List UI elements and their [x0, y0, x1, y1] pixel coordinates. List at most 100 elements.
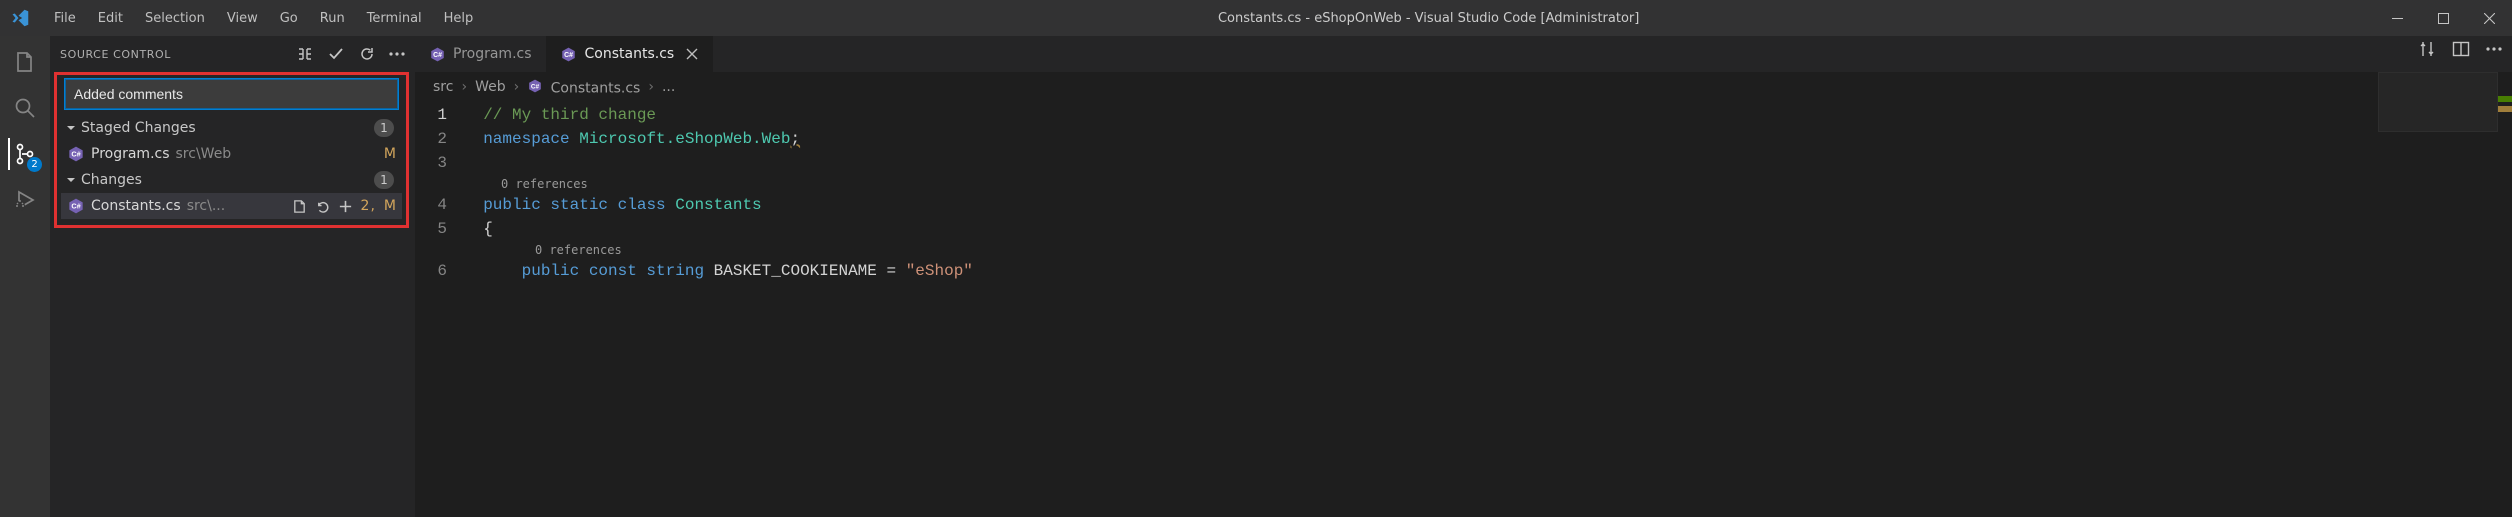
tab-constants[interactable]: C# Constants.cs — [547, 36, 714, 72]
tab-label: Constants.cs — [585, 46, 675, 62]
commit-message-container — [65, 79, 398, 109]
menu-view[interactable]: View — [217, 5, 268, 32]
menu-go[interactable]: Go — [270, 5, 308, 32]
scm-panel-title: SOURCE CONTROL — [60, 48, 297, 61]
source-control-icon[interactable]: 2 — [8, 138, 40, 170]
staged-file-row[interactable]: C# Program.cs src\Web M — [61, 141, 402, 167]
chevron-right-icon: › — [461, 79, 467, 95]
breadcrumb-seg[interactable]: Web — [475, 79, 506, 95]
code-token: namespace — [483, 130, 569, 148]
window-controls — [2374, 0, 2512, 36]
codelens-references[interactable]: 0 references — [415, 241, 2512, 259]
code-comment: // My third change — [483, 106, 656, 124]
window-title: Constants.cs - eShopOnWeb - Visual Studi… — [483, 11, 2374, 26]
code-token: public — [522, 262, 580, 280]
code-token: BASKET_COOKIENAME — [704, 262, 886, 280]
search-icon[interactable] — [9, 92, 41, 124]
editor-actions — [2418, 40, 2502, 58]
code-token: "eShop" — [906, 262, 973, 280]
scm-panel-header: SOURCE CONTROL — [50, 36, 415, 72]
window-minimize-button[interactable] — [2374, 0, 2420, 36]
scm-more-actions-icon[interactable] — [389, 52, 405, 56]
split-editor-icon[interactable] — [2452, 40, 2470, 58]
stage-changes-icon[interactable] — [338, 199, 353, 214]
scm-view-as-tree-icon[interactable] — [297, 46, 313, 62]
tab-program[interactable]: C# Program.cs — [415, 36, 547, 72]
overview-ruler-marker — [2498, 96, 2512, 102]
breadcrumb[interactable]: src › Web › C# Constants.cs › ... — [415, 72, 2512, 103]
breadcrumb-seg[interactable]: C# Constants.cs — [527, 78, 640, 97]
window-maximize-button[interactable] — [2420, 0, 2466, 36]
source-control-panel: SOURCE CONTROL — [50, 36, 415, 517]
csharp-file-icon: C# — [561, 46, 577, 62]
chevron-right-icon: › — [514, 79, 520, 95]
vscode-logo-icon — [10, 8, 30, 28]
tab-label: Program.cs — [453, 46, 532, 62]
scm-commit-icon[interactable] — [327, 45, 345, 63]
csharp-file-icon: C# — [429, 46, 445, 62]
csharp-file-icon: C# — [67, 197, 85, 215]
overview-ruler-marker — [2498, 106, 2512, 112]
changes-file-row[interactable]: C# Constants.cs src\... 2, — [61, 193, 402, 219]
line-number: 2 — [415, 127, 459, 151]
compare-changes-icon[interactable] — [2418, 40, 2436, 58]
chevron-down-icon — [63, 122, 79, 134]
minimap[interactable] — [2378, 72, 2498, 132]
code-editor[interactable]: 1 // My third change 2 namespace Microso… — [415, 103, 2512, 283]
menu-selection[interactable]: Selection — [135, 5, 215, 32]
menu-bar: File Edit Selection View Go Run Terminal… — [44, 5, 483, 32]
scm-badge: 2 — [27, 157, 42, 172]
code-token: string — [637, 262, 704, 280]
line-number: 3 — [415, 151, 459, 175]
breadcrumb-file-label: Constants.cs — [551, 81, 641, 97]
discard-changes-icon[interactable] — [315, 199, 330, 214]
activity-bar: 2 — [0, 36, 50, 517]
line-number: 4 — [415, 193, 459, 217]
file-status-modified: M — [384, 146, 396, 162]
code-token: ; — [790, 130, 800, 148]
menu-terminal[interactable]: Terminal — [357, 5, 432, 32]
breadcrumb-seg[interactable]: src — [433, 79, 453, 95]
scm-refresh-icon[interactable] — [359, 46, 375, 62]
codelens-references[interactable]: 0 references — [415, 175, 2512, 193]
commit-message-input[interactable] — [65, 79, 398, 109]
breadcrumb-tail[interactable]: ... — [662, 79, 675, 95]
close-icon[interactable] — [686, 48, 698, 60]
csharp-file-icon: C# — [527, 78, 542, 93]
code-token: Microsoft.eShopWeb.Web — [570, 130, 791, 148]
editor-tabs: C# Program.cs C# Constants.cs — [415, 36, 2512, 72]
menu-file[interactable]: File — [44, 5, 86, 32]
window-close-button[interactable] — [2466, 0, 2512, 36]
line-number: 1 — [415, 103, 459, 127]
menu-run[interactable]: Run — [310, 5, 355, 32]
line-number: 5 — [415, 217, 459, 241]
menu-help[interactable]: Help — [434, 5, 484, 32]
open-file-icon[interactable] — [292, 199, 307, 214]
svg-text:C#: C# — [564, 52, 573, 59]
chevron-down-icon — [63, 174, 79, 186]
staged-changes-label: Staged Changes — [81, 120, 196, 136]
changes-header[interactable]: Changes 1 — [61, 167, 402, 193]
annotation-highlight-box: Staged Changes 1 C# Program.cs src\Web M… — [54, 72, 409, 228]
chevron-right-icon: › — [648, 79, 654, 95]
code-token: static — [541, 196, 608, 214]
file-name: Program.cs — [91, 146, 170, 162]
staged-changes-header[interactable]: Staged Changes 1 — [61, 115, 402, 141]
changes-label: Changes — [81, 172, 142, 188]
changes-count: 1 — [374, 171, 394, 189]
editor-area: C# Program.cs C# Constants.cs — [415, 36, 2512, 517]
run-debug-icon[interactable] — [9, 184, 41, 216]
code-token: class — [608, 196, 666, 214]
code-token: const — [579, 262, 637, 280]
title-bar: File Edit Selection View Go Run Terminal… — [0, 0, 2512, 36]
svg-text:C#: C# — [71, 150, 80, 159]
editor-scrollbar[interactable] — [2498, 72, 2512, 517]
csharp-file-icon: C# — [67, 145, 85, 163]
explorer-icon[interactable] — [9, 46, 41, 78]
file-path: src\... — [187, 198, 292, 214]
menu-edit[interactable]: Edit — [88, 5, 133, 32]
editor-more-actions-icon[interactable] — [2486, 47, 2502, 51]
svg-text:C#: C# — [433, 52, 442, 59]
code-token: public — [483, 196, 541, 214]
line-number: 6 — [415, 259, 459, 283]
